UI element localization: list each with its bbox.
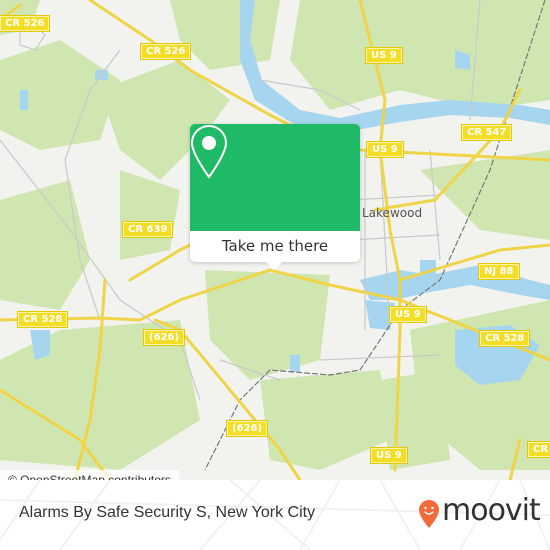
map-attribution[interactable]: © OpenStreetMap contributors xyxy=(0,470,179,480)
road-shield-label: CR 639 xyxy=(128,224,168,235)
road-shield-label: CR xyxy=(533,444,549,455)
road-shield-label: US 9 xyxy=(372,144,398,155)
road-shield-label: US 9 xyxy=(376,450,402,461)
road-shield-label: CR 526 xyxy=(5,18,45,29)
road-shield: CR 528 xyxy=(16,311,69,328)
footer: Alarms By Safe Security S, New York City… xyxy=(0,480,550,550)
road-shield-label: (626) xyxy=(232,423,263,434)
road-shield-label: US 9 xyxy=(371,50,397,61)
road-shield: US 9 xyxy=(365,47,403,64)
road-shield-label: CR 547 xyxy=(467,127,507,138)
road-shield: US 9 xyxy=(370,447,408,464)
road-shield: US 9 xyxy=(366,141,404,158)
road-shield: CR 526 xyxy=(139,43,192,60)
road-shield-label: (626) xyxy=(149,332,180,343)
moovit-logo[interactable]: moovit xyxy=(418,493,541,531)
popup-pointer xyxy=(266,262,282,270)
road-shield: US 9 xyxy=(389,306,427,323)
road-shield-label: NJ 88 xyxy=(484,266,514,277)
popup-header xyxy=(190,124,360,231)
road-shield: CR 528 xyxy=(478,330,531,347)
location-popup: Take me there xyxy=(190,124,360,270)
road-shield: (626) xyxy=(225,420,269,437)
road-shield-label: US 9 xyxy=(395,309,421,320)
road-shield: (626) xyxy=(142,329,186,346)
moovit-wordmark: moovit xyxy=(442,493,541,528)
road-shield: CR 639 xyxy=(121,221,174,238)
road-shield-label: CR 528 xyxy=(485,333,525,344)
road-shield-label: CR 528 xyxy=(23,314,63,325)
map[interactable]: CR 526 CR 526 US 9 US 9 CR 547 CR 639 NJ… xyxy=(0,0,550,480)
location-pin-icon xyxy=(190,124,228,179)
moovit-pin-icon xyxy=(419,500,439,528)
road-shield-label: CR 526 xyxy=(146,46,186,57)
place-label-lakewood: Lakewood xyxy=(362,206,423,220)
take-me-there-button[interactable]: Take me there xyxy=(190,231,360,262)
road-shield: NJ 88 xyxy=(478,263,520,280)
road-shield: CR xyxy=(526,441,550,458)
place-title: Alarms By Safe Security S, New York City xyxy=(19,504,316,521)
road-shield: CR 526 xyxy=(0,15,51,32)
road-shield: CR 547 xyxy=(460,124,513,141)
